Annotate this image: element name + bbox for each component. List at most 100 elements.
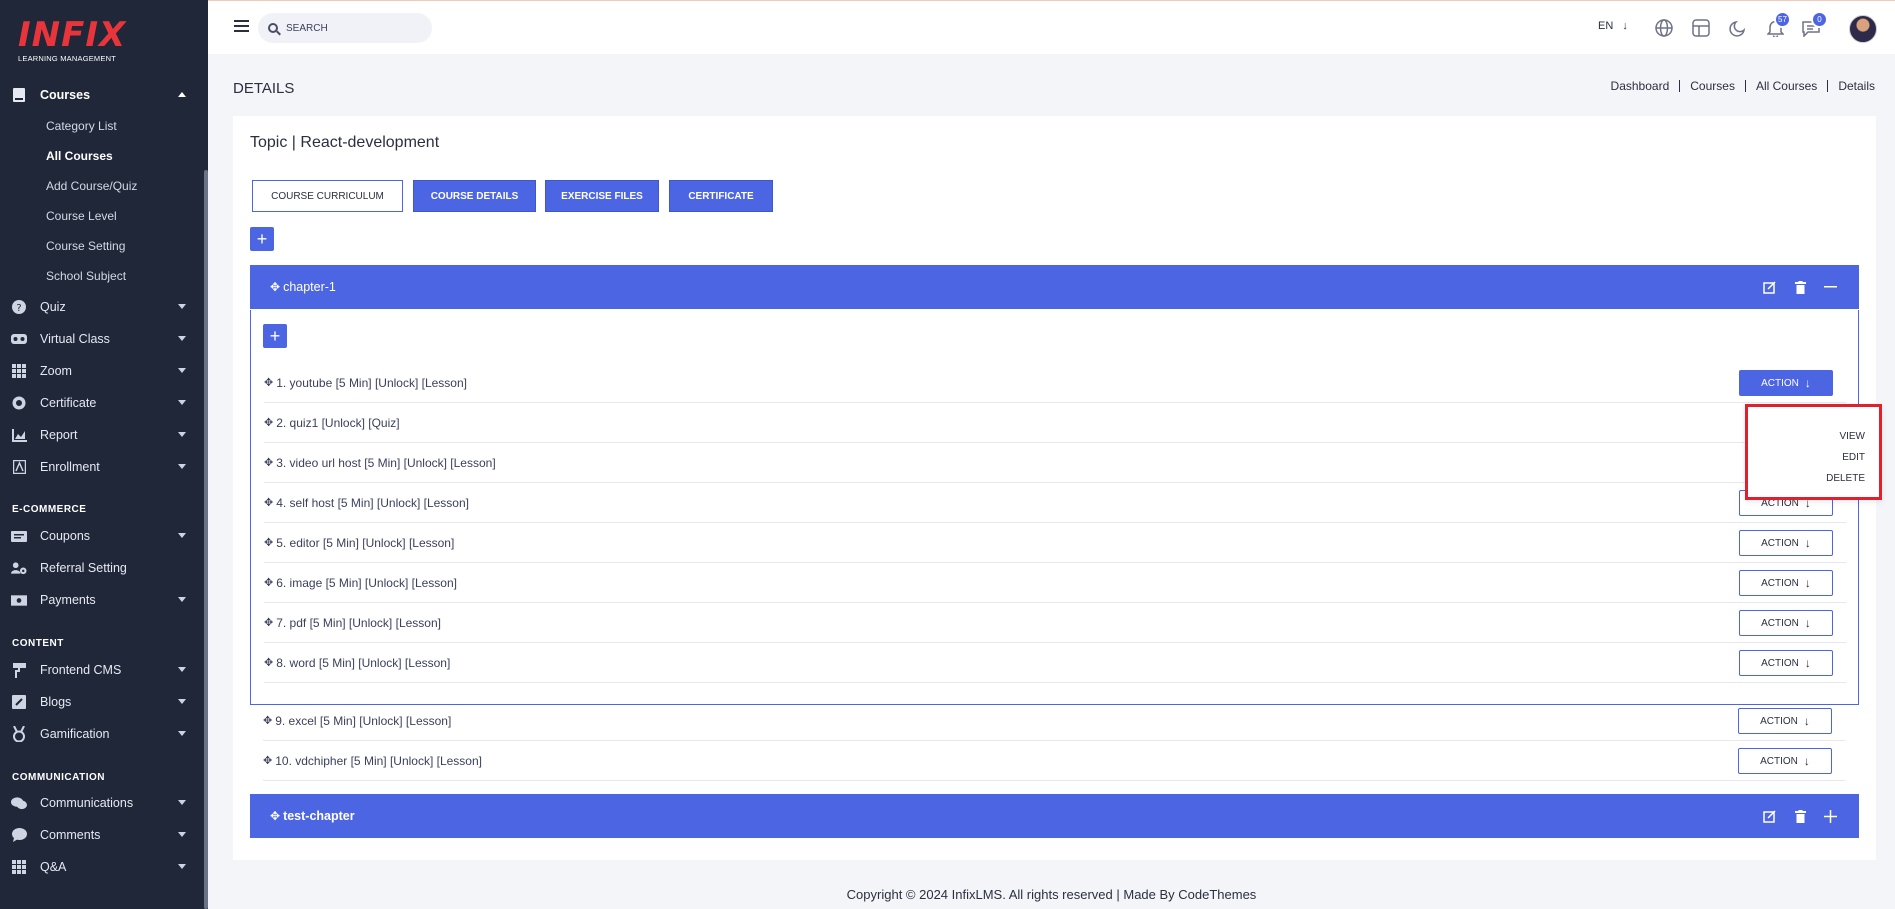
chevron-down-icon [178,699,186,704]
language-selector[interactable]: EN ↓ [1598,20,1628,32]
sidebar-item-label: Frontend CMS [40,663,122,677]
sidebar-item-referral-setting[interactable]: Referral Setting [0,555,200,581]
sidebar-item-coupons[interactable]: Coupons [0,523,200,549]
move-icon[interactable]: ✥ [263,754,272,767]
dropdown-item-delete[interactable]: DELETE [1826,473,1865,484]
sidebar-item-virtual-class[interactable]: Virtual Class [0,326,200,352]
menu-icon[interactable] [234,20,249,32]
sidebar-item-label: Gamification [40,727,110,741]
tab-exercise-files[interactable]: EXERCISE FILES [545,180,659,212]
move-icon[interactable]: ✥ [264,616,273,629]
breadcrumb-courses[interactable]: Courses [1680,80,1746,92]
sidebar-subitem-add-course-quiz[interactable]: Add Course/Quiz [46,179,137,193]
search-input[interactable] [286,22,416,34]
tab-course-details[interactable]: COURSE DETAILS [413,180,536,212]
edit-icon[interactable] [1760,278,1778,296]
breadcrumb-all-courses[interactable]: All Courses [1746,80,1829,92]
sidebar-subitem-course-setting[interactable]: Course Setting [46,239,125,253]
sidebar-item-communications[interactable]: Communications [0,790,200,816]
trash-icon[interactable] [1791,807,1809,825]
lesson-row[interactable]: ✥ 6. image [5 Min] [Unlock] [Lesson] ACT… [264,563,1846,603]
sidebar-item-certificate[interactable]: Certificate [0,390,200,416]
moon-icon[interactable] [1728,18,1748,38]
lesson-row[interactable]: ✥ 7. pdf [5 Min] [Unlock] [Lesson] ACTIO… [264,603,1846,643]
action-button[interactable]: ACTION ↓ [1738,708,1832,734]
layout-icon[interactable] [1691,18,1711,38]
move-icon[interactable]: ✥ [264,656,273,669]
edit-icon[interactable] [1760,807,1778,825]
chart-icon [11,427,27,443]
sidebar-item-label: Report [40,428,78,442]
action-label: ACTION [1760,755,1798,767]
sidebar-item-blogs[interactable]: Blogs [0,689,200,715]
sidebar-scrollbar[interactable] [204,170,208,909]
lesson-row[interactable]: ✥ 3. video url host [5 Min] [Unlock] [Le… [264,443,1846,483]
top-bar: EN ↓ 57 0 [208,0,1895,54]
add-chapter-button[interactable]: + [250,227,274,251]
sidebar-item-comments[interactable]: Comments [0,822,200,848]
move-icon[interactable]: ✥ [264,576,273,589]
collapse-icon[interactable] [1821,278,1839,296]
chevron-down-icon [178,533,186,538]
sidebar-item-label: Virtual Class [40,332,110,346]
action-button[interactable]: ACTION ↓ [1739,530,1833,556]
trash-icon[interactable] [1791,278,1809,296]
arrow-down-icon: ↓ [1804,616,1811,630]
add-lesson-button[interactable]: + [263,324,287,348]
action-button[interactable]: ACTION ↓ [1739,650,1833,676]
sidebar-item-qa[interactable]: Q&A [0,854,200,880]
chapter-header[interactable]: ✥ test-chapter [250,794,1859,838]
avatar[interactable] [1849,15,1877,43]
sidebar-subitem-course-level[interactable]: Course Level [46,209,117,223]
sidebar-subitem-category-list[interactable]: Category List [46,119,117,133]
lesson-row[interactable]: ✥ 9. excel [5 Min] [Unlock] [Lesson] ACT… [263,701,1845,741]
lesson-title: 6. image [5 Min] [Unlock] [Lesson] [276,575,457,590]
question-circle-icon: ? [11,299,27,315]
sidebar-item-courses[interactable]: Courses [0,82,200,108]
card-title: Topic | React-development [250,134,440,151]
move-icon[interactable]: ✥ [263,714,272,727]
move-icon[interactable]: ✥ [264,456,273,469]
action-button[interactable]: ACTION ↓ [1739,570,1833,596]
lesson-row[interactable]: ✥ 4. self host [5 Min] [Unlock] [Lesson]… [264,483,1846,523]
sidebar-item-label: Quiz [40,300,66,314]
sidebar-subitem-school-subject[interactable]: School Subject [46,269,126,283]
move-icon[interactable]: ✥ [270,280,280,294]
action-button[interactable]: ACTION ↓ [1738,748,1832,774]
move-icon[interactable]: ✥ [264,496,273,509]
sidebar-item-enrollment[interactable]: Enrollment [0,454,200,480]
action-button[interactable]: ACTION ↓ [1739,370,1833,396]
sidebar-item-quiz[interactable]: ? Quiz [0,294,200,320]
dropdown-item-edit[interactable]: EDIT [1842,452,1865,463]
globe-icon[interactable] [1654,18,1674,38]
sidebar-item-payments[interactable]: Payments [0,587,200,613]
breadcrumb-dashboard[interactable]: Dashboard [1601,80,1681,92]
tab-course-curriculum[interactable]: COURSE CURRICULUM [252,180,403,212]
move-icon[interactable]: ✥ [270,809,280,823]
action-label: ACTION [1760,715,1798,727]
tab-certificate[interactable]: CERTIFICATE [669,180,773,212]
lesson-row[interactable]: ✥ 1. youtube [5 Min] [Unlock] [Lesson] A… [264,363,1846,403]
enrollment-icon [11,459,27,475]
lesson-row[interactable]: ✥ 8. word [5 Min] [Unlock] [Lesson] ACTI… [264,643,1846,683]
page-title: DETAILS [233,80,295,97]
lesson-row[interactable]: ✥ 2. quiz1 [Unlock] [Quiz] [264,403,1846,443]
sidebar-item-gamification[interactable]: Gamification [0,721,200,747]
chapter-body: + ✥ 1. youtube [5 Min] [Unlock] [Lesson]… [250,310,1859,705]
sidebar-item-frontend-cms[interactable]: Frontend CMS [0,657,200,683]
sidebar-item-zoom[interactable]: Zoom [0,358,200,384]
sidebar-item-report[interactable]: Report [0,422,200,448]
lesson-row[interactable]: ✥ 10. vdchipher [5 Min] [Unlock] [Lesson… [263,741,1845,781]
search-box[interactable] [258,13,432,43]
move-icon[interactable]: ✥ [264,536,273,549]
logo[interactable]: INFIX LEARNING MANAGEMENT [18,18,126,63]
chapter-header[interactable]: ✥ chapter-1 [250,265,1859,309]
chevron-down-icon [178,464,186,469]
action-button[interactable]: ACTION ↓ [1739,610,1833,636]
lesson-row[interactable]: ✥ 5. editor [5 Min] [Unlock] [Lesson] AC… [264,523,1846,563]
expand-icon[interactable] [1821,807,1839,825]
move-icon[interactable]: ✥ [264,376,273,389]
sidebar-subitem-all-courses[interactable]: All Courses [46,149,113,163]
dropdown-item-view[interactable]: VIEW [1839,431,1865,442]
move-icon[interactable]: ✥ [264,416,273,429]
